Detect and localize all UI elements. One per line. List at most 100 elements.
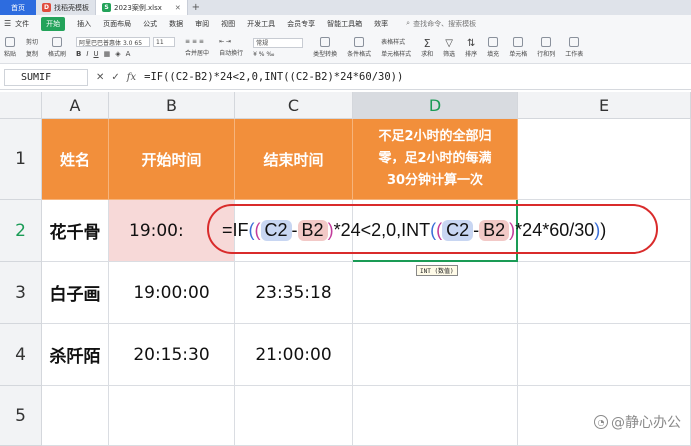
menu-developer[interactable]: 开发工具 [247, 19, 275, 29]
menu-page-layout[interactable]: 页面布局 [103, 19, 131, 29]
new-tab-button[interactable]: + [188, 0, 204, 15]
cell-d1-line2: 零，足2小时的每满 [378, 151, 492, 166]
align-icons[interactable]: ≡ ≡ ≡ [185, 38, 209, 45]
tab-home[interactable]: 首页 [0, 0, 36, 15]
filter-button[interactable]: ▽ 筛选 [443, 38, 455, 58]
row-header-3[interactable]: 3 [0, 262, 42, 324]
cell-d4[interactable] [353, 324, 518, 386]
name-box[interactable]: SUMIF [4, 68, 88, 86]
cell-e4[interactable] [518, 324, 691, 386]
cell-a1[interactable]: 姓名 [42, 119, 109, 200]
sum-button[interactable]: Σ 求和 [421, 38, 433, 58]
menu-formula[interactable]: 公式 [143, 19, 157, 29]
ref-c2[interactable]: C2 [260, 219, 292, 241]
col-header-a[interactable]: A [42, 92, 109, 119]
cells-button[interactable]: 单元格 [509, 37, 527, 58]
font-size-select[interactable]: 11 [153, 37, 176, 47]
format-painter-button[interactable]: 格式刷 [48, 37, 66, 58]
bold-button[interactable]: B [76, 50, 81, 58]
font-color-icon[interactable]: A [126, 50, 131, 58]
fill-label: 填充 [487, 51, 500, 58]
menu-insert[interactable]: 插入 [77, 19, 91, 29]
cell-b5[interactable] [109, 386, 235, 446]
cell-b4[interactable]: 20:15:30 [109, 324, 235, 386]
menu-review[interactable]: 审阅 [195, 19, 209, 29]
sheet-button[interactable]: 工作表 [565, 37, 583, 58]
row-header-2[interactable]: 2 [0, 200, 42, 262]
cell-d1-line1: 不足2小时的全部归 [378, 129, 492, 144]
cell-c3[interactable]: 23:35:18 [235, 262, 353, 324]
in-cell-formula-editor[interactable]: =IF ( ( C2 - B2 ) *24<2,0,INT ( ( C2 - B… [222, 216, 606, 244]
col-header-c[interactable]: C [235, 92, 353, 119]
cell-e1[interactable] [518, 119, 691, 200]
font-group: 阿里巴巴普惠体 3.0 65 11 B I U ▦ ◈ A [76, 37, 176, 58]
table-style-button[interactable]: 表格样式 [381, 37, 411, 46]
menu-file[interactable]: 文件 [15, 19, 29, 29]
row-col-button[interactable]: 行和列 [537, 37, 555, 58]
italic-button[interactable]: I [86, 50, 88, 58]
percent-icons[interactable]: ¥ % ‰ [253, 51, 303, 58]
ref-b2[interactable]: B2 [479, 219, 510, 241]
sort-button[interactable]: ⇅ 排序 [465, 38, 477, 58]
indent-icons[interactable]: ⇤ ⇥ [219, 38, 243, 45]
tab-template[interactable]: D 找稻壳模板 [36, 0, 96, 15]
cell-a5[interactable] [42, 386, 109, 446]
hamburger-icon[interactable]: ☰ [4, 19, 11, 28]
tab-workbook-label: 2023案例.xlsx [114, 3, 162, 12]
fill-button[interactable]: 填充 [487, 37, 499, 58]
fn-if: =IF [222, 219, 249, 240]
confirm-icon[interactable]: ✓ [111, 72, 119, 83]
type-convert-button[interactable]: 类型转换 [313, 37, 337, 58]
auto-wrap-button[interactable]: 自动换行 [219, 48, 243, 57]
underline-button[interactable]: U [93, 50, 98, 58]
menu-member[interactable]: 会员专享 [287, 19, 315, 29]
conditional-format-button[interactable]: 条件格式 [347, 37, 371, 58]
ref-b2[interactable]: B2 [297, 219, 328, 241]
menu-start[interactable]: 开始 [41, 16, 66, 31]
cell-d1-line3: 30分钟计算一次 [386, 173, 484, 188]
clipboard-group: 剪切 复制 [26, 37, 38, 58]
menu-toolbox[interactable]: 智能工具箱 [327, 19, 362, 29]
cell-a4[interactable]: 杀阡陌 [42, 324, 109, 386]
tab-template-label: 找稻壳模板 [54, 3, 89, 12]
border-icon[interactable]: ▦ [104, 50, 111, 58]
menu-view[interactable]: 视图 [221, 19, 235, 29]
command-search[interactable]: ⌕ 查找命令、搜索模板 [406, 19, 476, 29]
cell-c4[interactable]: 21:00:00 [235, 324, 353, 386]
menu-data[interactable]: 数据 [169, 19, 183, 29]
fill-color-icon[interactable]: ◈ [115, 50, 120, 58]
col-header-d[interactable]: D [353, 92, 518, 119]
cancel-icon[interactable]: ✕ [96, 72, 104, 83]
col-header-b[interactable]: B [109, 92, 235, 119]
formula-input[interactable]: =IF((C2-B2)*24<2,0,INT((C2-B2)*24*60/30)… [144, 71, 403, 83]
cell-c5[interactable] [235, 386, 353, 446]
cell-d5[interactable] [353, 386, 518, 446]
number-format-select[interactable]: 常规 [253, 37, 304, 48]
fx-icon[interactable]: fx [127, 72, 136, 83]
cut-button[interactable]: 剪切 [26, 37, 38, 46]
cell-e3[interactable] [518, 262, 691, 324]
watermark: ◔ @静心办公 [594, 412, 681, 432]
paste-button[interactable]: 粘贴 [4, 37, 16, 58]
row-header-5[interactable]: 5 [0, 386, 42, 446]
tab-workbook[interactable]: S 2023案例.xlsx ✕ [96, 0, 188, 15]
cell-d1[interactable]: 不足2小时的全部归 零，足2小时的每满 30分钟计算一次 [353, 119, 518, 200]
cell-b1[interactable]: 开始时间 [109, 119, 235, 200]
fill-icon [488, 37, 499, 47]
merge-center-button[interactable]: 合并居中 [185, 48, 209, 57]
col-header-e[interactable]: E [518, 92, 691, 119]
formula-bar: SUMIF ✕ ✓ fx =IF((C2-B2)*24<2,0,INT((C2-… [0, 65, 691, 90]
cell-a3[interactable]: 白子画 [42, 262, 109, 324]
font-family-select[interactable]: 阿里巴巴普惠体 3.0 65 [76, 37, 151, 47]
cell-a2[interactable]: 花千骨 [42, 200, 109, 262]
menu-efficiency[interactable]: 效率 [374, 19, 388, 29]
row-header-1[interactable]: 1 [0, 119, 42, 200]
select-all-corner[interactable] [0, 92, 42, 119]
copy-button[interactable]: 复制 [26, 49, 38, 58]
cell-style-button[interactable]: 单元格样式 [381, 49, 411, 58]
ref-c2[interactable]: C2 [442, 219, 474, 241]
cell-b3[interactable]: 19:00:00 [109, 262, 235, 324]
cell-c1[interactable]: 结束时间 [235, 119, 353, 200]
row-header-4[interactable]: 4 [0, 324, 42, 386]
close-icon[interactable]: ✕ [175, 4, 181, 12]
